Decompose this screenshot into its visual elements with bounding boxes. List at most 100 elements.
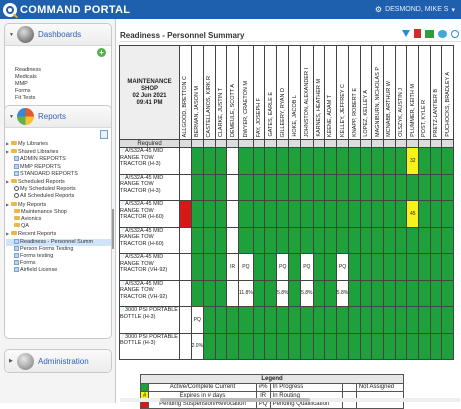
requirement-label[interactable]: 📄A/S32A-45 MID RANGE TOW TRACTOR (H-3) xyxy=(119,147,180,175)
status-cell[interactable] xyxy=(237,332,254,360)
status-cell[interactable] xyxy=(441,306,454,334)
status-cell[interactable] xyxy=(312,173,326,201)
person-column-header[interactable]: JOHNSTON, ALEXANDER I xyxy=(300,45,314,140)
status-cell[interactable] xyxy=(359,253,373,281)
status-cell[interactable] xyxy=(237,226,254,254)
status-cell[interactable] xyxy=(383,173,396,201)
report-tree-item[interactable]: All Scheduled Reports xyxy=(6,193,111,200)
status-cell[interactable] xyxy=(348,147,361,175)
status-cell[interactable] xyxy=(359,279,373,307)
status-cell[interactable] xyxy=(359,306,373,334)
report-tree-item[interactable]: ▶ Recent Reports xyxy=(6,230,111,238)
status-cell[interactable] xyxy=(214,147,228,175)
status-cell[interactable] xyxy=(288,279,302,307)
person-column-header[interactable]: ALLGOOD, BRETTON C xyxy=(179,45,192,140)
status-cell[interactable] xyxy=(203,306,216,334)
status-cell[interactable] xyxy=(252,332,266,360)
status-cell[interactable] xyxy=(335,306,350,334)
requirement-label[interactable]: 📄A/S32A-45 MID RANGE TOW TRACTOR (H-60) xyxy=(119,200,180,228)
status-cell[interactable] xyxy=(312,306,326,334)
status-cell[interactable] xyxy=(418,200,431,228)
status-cell[interactable] xyxy=(300,200,314,228)
status-cell[interactable] xyxy=(288,332,302,360)
status-cell[interactable] xyxy=(276,226,290,254)
status-cell[interactable] xyxy=(324,253,337,281)
status-cell[interactable] xyxy=(276,200,290,228)
person-column-header[interactable]: KELLEY, JEFFREY C xyxy=(335,45,350,140)
status-cell[interactable] xyxy=(348,279,361,307)
sidebar-splitter[interactable] xyxy=(112,209,114,249)
status-cell[interactable] xyxy=(276,332,290,360)
status-cell[interactable] xyxy=(406,173,420,201)
status-cell[interactable] xyxy=(179,253,192,281)
status-cell[interactable] xyxy=(335,200,350,228)
status-cell[interactable] xyxy=(203,253,216,281)
dashboard-item[interactable]: Forms xyxy=(15,88,111,95)
dashboard-item[interactable]: Fit Tests xyxy=(15,95,111,102)
status-cell[interactable] xyxy=(276,306,290,334)
status-cell[interactable]: 32 xyxy=(406,147,420,175)
status-cell[interactable] xyxy=(394,200,408,228)
status-cell[interactable] xyxy=(418,253,431,281)
status-cell[interactable] xyxy=(312,279,326,307)
dashboard-item[interactable]: Medicals xyxy=(15,74,111,81)
status-cell[interactable] xyxy=(429,306,443,334)
person-column-header[interactable]: KEENE, ADAM T xyxy=(324,45,337,140)
status-cell[interactable] xyxy=(348,200,361,228)
status-cell[interactable] xyxy=(348,332,361,360)
report-tree-item[interactable]: QA xyxy=(6,223,111,230)
status-cell[interactable] xyxy=(441,147,454,175)
status-cell[interactable] xyxy=(371,173,385,201)
status-cell[interactable] xyxy=(264,279,278,307)
status-cell[interactable] xyxy=(359,226,373,254)
status-cell[interactable] xyxy=(264,147,278,175)
requirement-label[interactable]: 📄A/S32A-45 MID RANGE TOW TRACTOR (H-3) xyxy=(119,173,180,201)
status-cell[interactable] xyxy=(190,226,205,254)
status-cell[interactable] xyxy=(276,173,290,201)
requirement-label[interactable]: 📄3000 PSI PORTABLE BOTTLE (H-3) xyxy=(119,332,180,360)
status-cell[interactable] xyxy=(264,332,278,360)
report-tree-item[interactable]: Forms testing xyxy=(6,253,111,260)
status-cell[interactable] xyxy=(441,253,454,281)
status-cell[interactable] xyxy=(300,173,314,201)
status-cell[interactable] xyxy=(324,173,337,201)
person-column-header[interactable]: GILLEERY, RYAN D xyxy=(276,45,290,140)
status-cell[interactable] xyxy=(406,253,420,281)
report-tree-item[interactable]: Person Forms Testing xyxy=(6,245,111,253)
status-cell[interactable] xyxy=(312,147,326,175)
status-cell[interactable] xyxy=(264,200,278,228)
status-cell[interactable] xyxy=(226,200,239,228)
status-cell[interactable] xyxy=(264,253,278,281)
new-report-icon[interactable] xyxy=(100,130,108,139)
status-cell[interactable] xyxy=(214,226,228,254)
status-cell[interactable] xyxy=(252,226,266,254)
status-cell[interactable] xyxy=(394,332,408,360)
status-cell[interactable] xyxy=(226,226,239,254)
person-column-header[interactable]: PLUMMER, KEITH M xyxy=(406,45,420,140)
status-cell[interactable] xyxy=(190,173,205,201)
status-cell[interactable]: 5.8% xyxy=(300,279,314,307)
reports-header[interactable]: ▼ Reports xyxy=(5,106,111,128)
scrollbar-thumb[interactable] xyxy=(160,398,310,402)
person-column-header[interactable]: MCNABB, ARTHUR W xyxy=(383,45,396,140)
status-cell[interactable] xyxy=(324,332,337,360)
status-cell[interactable] xyxy=(226,332,239,360)
person-column-header[interactable]: POST, KYLE R xyxy=(418,45,431,140)
status-cell[interactable] xyxy=(214,173,228,201)
status-cell[interactable] xyxy=(190,147,205,175)
status-cell[interactable] xyxy=(203,173,216,201)
status-cell[interactable] xyxy=(371,253,385,281)
report-tree-item[interactable]: Readiness - Personnel Summ xyxy=(6,238,111,246)
refresh-icon[interactable] xyxy=(438,29,447,38)
status-cell[interactable] xyxy=(429,332,443,360)
status-cell[interactable] xyxy=(383,200,396,228)
user-menu[interactable]: ⚙ DESMOND, MIKE S ▾ xyxy=(375,5,455,14)
status-cell[interactable] xyxy=(264,226,278,254)
status-cell[interactable] xyxy=(406,306,420,334)
horizontal-scrollbar[interactable] xyxy=(120,398,460,402)
report-tree-item[interactable]: ▶ My Libraries xyxy=(6,140,111,148)
requirement-label[interactable]: 📄A/S32A-45 MID RANGE TOW TRACTOR (VH-92) xyxy=(119,279,180,307)
status-cell[interactable] xyxy=(288,200,302,228)
status-cell[interactable] xyxy=(348,173,361,201)
status-cell[interactable] xyxy=(300,306,314,334)
